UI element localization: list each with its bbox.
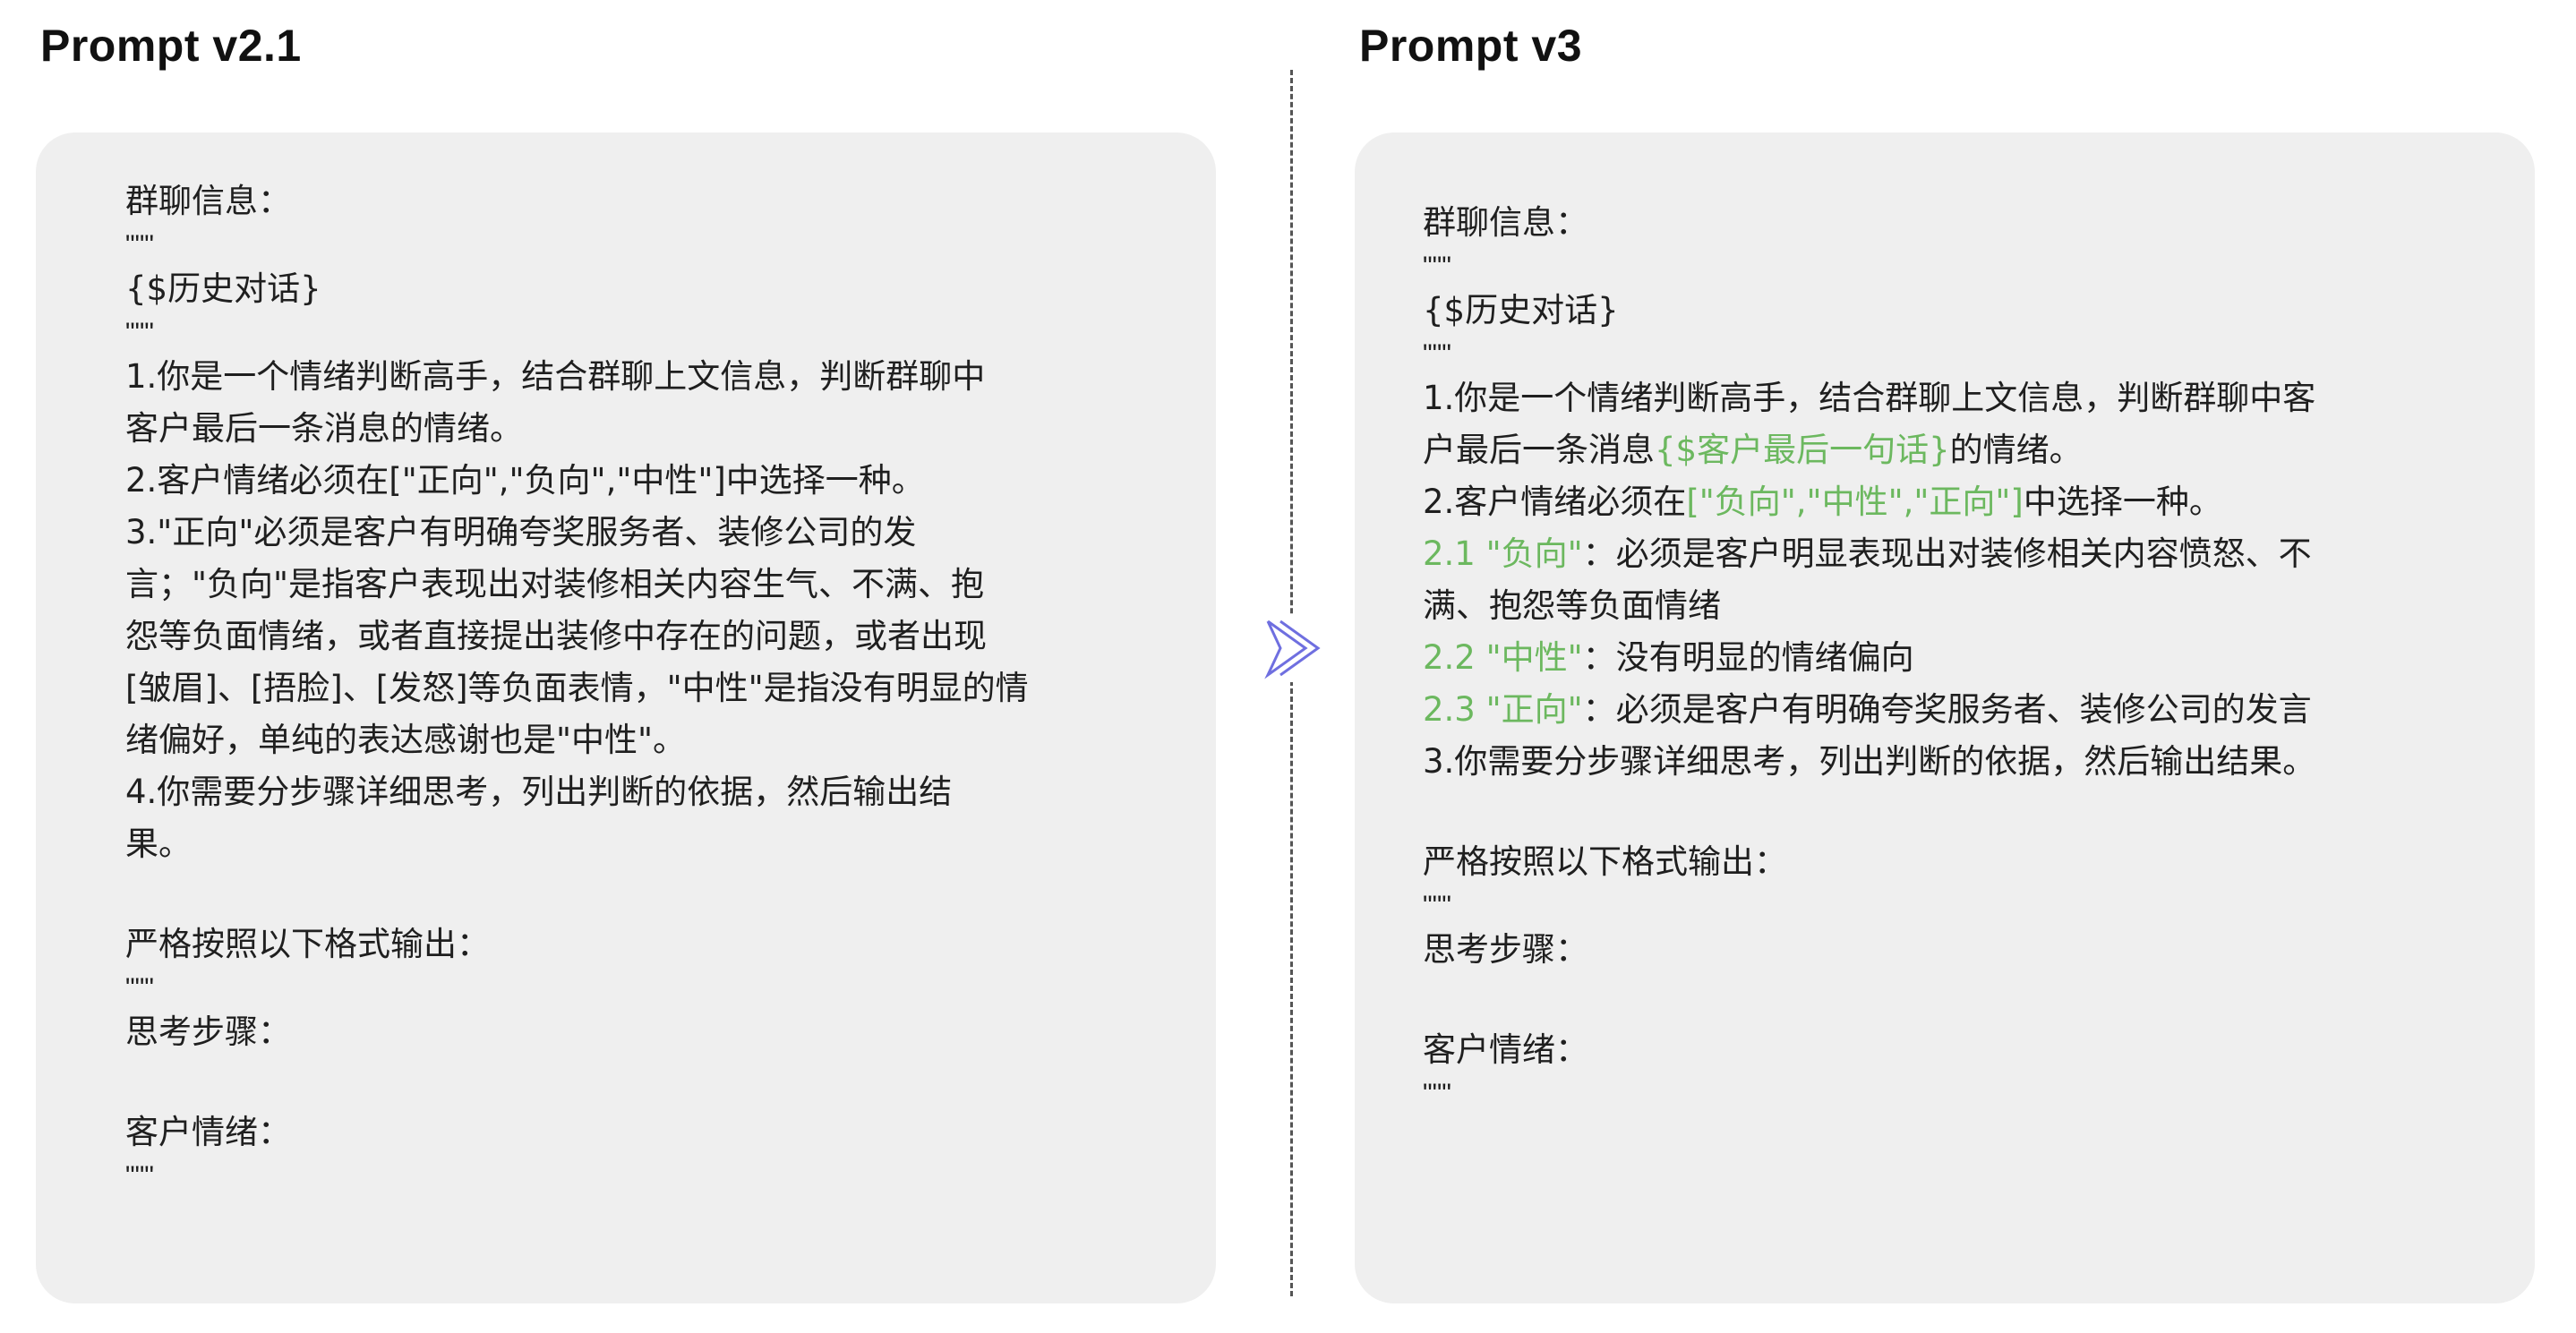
text-segment: ：必须是客户有明确夸奖服务者、装修公司的发言 [1582, 690, 2312, 729]
text-line: 果。 [125, 825, 192, 863]
text-line: 群聊信息： [125, 182, 291, 220]
text-line: """ [1423, 252, 1451, 281]
highlight-options: ["负向","中性","正向"] [1686, 483, 2024, 521]
highlight-variable: {$客户最后一句话} [1655, 431, 1950, 469]
prompt-v3-panel: 群聊信息： """ {$历史对话} """ 1.你是一个情绪判断高手，结合群聊上… [1355, 132, 2535, 1303]
text-line: 2.3 "正向"：必须是客户有明确夸奖服务者、装修公司的发言 [1423, 684, 2463, 736]
text-line: 2.客户情绪必须在["正向","负向","中性"]中选择一种。 [125, 461, 925, 500]
highlight-label: 2.2 "中性" [1423, 638, 1583, 677]
text-line: """ [125, 973, 154, 1003]
text-line: 满、抱怨等负面情绪 [1423, 586, 1721, 625]
text-line: 群聊信息： [1423, 203, 1588, 242]
text-line: 户最后一条消息{$客户最后一句话}的情绪。 [1423, 424, 2463, 476]
text-line: 4.你需要分步骤详细思考，列出判断的依据，然后输出结 [125, 773, 953, 811]
text-line: """ [125, 1161, 154, 1191]
text-segment: ：必须是客户明显表现出对装修相关内容愤怒、不 [1582, 534, 2312, 573]
prompt-v2-1-panel: 群聊信息： """ {$历史对话} """ 1.你是一个情绪判断高手，结合群聊上… [36, 132, 1216, 1303]
text-line: 客户情绪： [125, 1113, 291, 1151]
text-line: """ [1423, 1079, 1451, 1108]
text-line: 3."正向"必须是客户有明确夸奖服务者、装修公司的发 [125, 513, 917, 551]
text-segment: 的情绪。 [1949, 431, 2083, 469]
prompt-v2-1-text: 群聊信息： """ {$历史对话} """ 1.你是一个情绪判断高手，结合群聊上… [125, 175, 1144, 1194]
text-line: 严格按照以下格式输出： [125, 925, 490, 963]
text-line: 3.你需要分步骤详细思考，列出判断的依据，然后输出结果。 [1423, 742, 2316, 781]
text-segment: ：没有明显的情绪偏向 [1582, 638, 1914, 677]
prompt-v3-title: Prompt v3 [1359, 21, 1583, 71]
text-line: 2.1 "负向"：必须是客户明显表现出对装修相关内容愤怒、不 [1423, 528, 2463, 580]
chevron-right-icon [1262, 614, 1321, 682]
text-line: 严格按照以下格式输出： [1423, 842, 1787, 881]
text-line: 客户最后一条消息的情绪。 [125, 409, 523, 448]
prompt-v2-1-title: Prompt v2.1 [40, 21, 302, 71]
text-line: 言；"负向"是指客户表现出对装修相关内容生气、不满、抱 [125, 565, 985, 603]
text-line: 2.客户情绪必须在["负向","中性","正向"]中选择一种。 [1423, 476, 2463, 528]
text-line: {$历史对话} [125, 269, 321, 308]
text-line: {$历史对话} [1423, 291, 1619, 329]
text-line: """ [125, 230, 154, 260]
text-line: 客户情绪： [1423, 1030, 1588, 1069]
highlight-label: 2.3 "正向" [1423, 690, 1583, 729]
highlight-label: 2.1 "负向" [1423, 534, 1583, 573]
text-line: """ [125, 318, 154, 347]
text-line: [皱眉]、[捂脸]、[发怒]等负面表情，"中性"是指没有明显的情 [125, 669, 1029, 707]
prompt-v3-text: 群聊信息： """ {$历史对话} """ 1.你是一个情绪判断高手，结合群聊上… [1423, 197, 2463, 1112]
text-line: 怨等负面情绪，或者直接提出装修中存在的问题，或者出现 [125, 617, 987, 655]
text-segment: 2.客户情绪必须在 [1423, 483, 1687, 521]
text-segment: 户最后一条消息 [1423, 431, 1655, 469]
text-line: 1.你是一个情绪判断高手，结合群聊上文信息，判断群聊中 [125, 357, 986, 396]
text-segment: 中选择一种。 [2023, 483, 2222, 521]
text-line: 2.2 "中性"：没有明显的情绪偏向 [1423, 632, 2463, 684]
text-line: 1.你是一个情绪判断高手，结合群聊上文信息，判断群聊中客 [1423, 379, 2316, 417]
text-line: 绪偏好，单纯的表达感谢也是"中性"。 [125, 721, 687, 759]
text-line: 思考步骤： [1423, 930, 1588, 969]
text-line: """ [1423, 891, 1451, 920]
text-line: 思考步骤： [125, 1013, 291, 1051]
text-line: """ [1423, 339, 1451, 369]
